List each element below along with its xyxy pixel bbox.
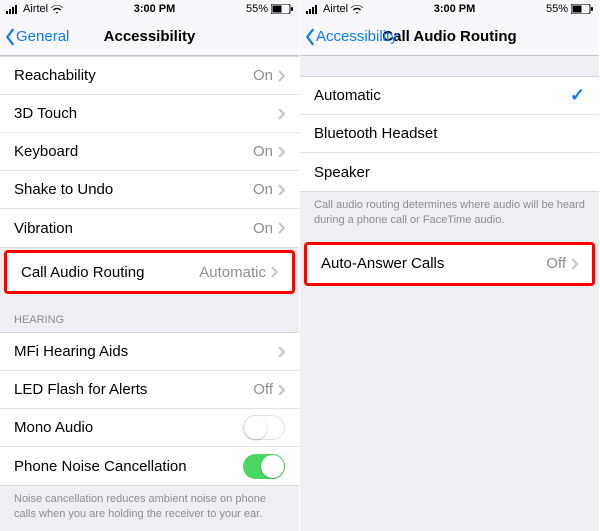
row-label: Shake to Undo [14, 181, 253, 198]
option-bluetooth[interactable]: Bluetooth Headset [300, 115, 599, 153]
signal-icon [6, 5, 20, 14]
back-button[interactable]: General [0, 28, 69, 46]
back-label: General [16, 28, 69, 45]
row-label: Call Audio Routing [21, 264, 199, 281]
checkmark-icon: ✓ [570, 85, 585, 106]
highlight-auto-answer: Auto-Answer Calls Off [304, 242, 595, 286]
row-label: MFi Hearing Aids [14, 343, 277, 360]
row-auto-answer[interactable]: Auto-Answer Calls Off [307, 245, 592, 283]
row-label: Automatic [314, 87, 570, 104]
row-label: Reachability [14, 67, 253, 84]
row-label: Mono Audio [14, 419, 243, 436]
row-value: On [253, 143, 273, 160]
battery-percent: 55% [246, 3, 268, 15]
wifi-icon [351, 5, 363, 14]
call-audio-routing-screen: Airtel 3:00 PM 55% Accessibility Call Au… [300, 0, 600, 531]
row-value: Off [253, 381, 273, 398]
nav-bar: General Accessibility [0, 18, 299, 56]
row-3d-touch[interactable]: 3D Touch [0, 95, 299, 133]
row-shake-to-undo[interactable]: Shake to Undo On [0, 171, 299, 209]
section-header-hearing: HEARING [0, 296, 299, 332]
chevron-right-icon [570, 258, 578, 270]
option-speaker[interactable]: Speaker [300, 153, 599, 191]
status-time: 3:00 PM [434, 3, 476, 15]
row-label: 3D Touch [14, 105, 277, 122]
row-label: LED Flash for Alerts [14, 381, 253, 398]
chevron-right-icon [277, 384, 285, 396]
wifi-icon [51, 5, 63, 14]
toggle-mono-audio[interactable] [243, 415, 285, 440]
row-mono-audio[interactable]: Mono Audio [0, 409, 299, 447]
back-label: Accessibility [316, 28, 398, 45]
row-keyboard[interactable]: Keyboard On [0, 133, 299, 171]
row-label: Bluetooth Headset [314, 125, 585, 142]
carrier-label: Airtel [23, 3, 48, 15]
noise-footer: Noise cancellation reduces ambient noise… [0, 486, 299, 531]
chevron-left-icon [4, 28, 16, 46]
nav-bar: Accessibility Call Audio Routing [300, 18, 599, 56]
row-label: Phone Noise Cancellation [14, 458, 243, 475]
row-value: Off [546, 255, 566, 272]
chevron-right-icon [270, 266, 278, 278]
accessibility-screen: Airtel 3:00 PM 55% General Accessibility… [0, 0, 300, 531]
row-noise-cancel[interactable]: Phone Noise Cancellation [0, 447, 299, 485]
row-mfi-hearing-aids[interactable]: MFi Hearing Aids [0, 333, 299, 371]
row-led-flash[interactable]: LED Flash for Alerts Off [0, 371, 299, 409]
status-bar: Airtel 3:00 PM 55% [300, 0, 599, 18]
chevron-right-icon [277, 222, 285, 234]
row-label: Vibration [14, 220, 253, 237]
status-time: 3:00 PM [134, 3, 176, 15]
battery-percent: 55% [546, 3, 568, 15]
row-call-audio-routing[interactable]: Call Audio Routing Automatic [7, 253, 292, 291]
row-value: On [253, 181, 273, 198]
row-value: Automatic [199, 264, 266, 281]
back-button[interactable]: Accessibility [300, 28, 398, 46]
row-label: Keyboard [14, 143, 253, 160]
toggle-noise-cancel[interactable] [243, 454, 285, 479]
chevron-right-icon [277, 108, 285, 120]
row-value: On [253, 67, 273, 84]
chevron-right-icon [277, 184, 285, 196]
row-label: Speaker [314, 164, 585, 181]
battery-icon [271, 4, 293, 14]
highlight-call-audio-routing: Call Audio Routing Automatic [4, 250, 295, 294]
signal-icon [306, 5, 320, 14]
chevron-right-icon [277, 146, 285, 158]
chevron-right-icon [277, 346, 285, 358]
option-automatic[interactable]: Automatic ✓ [300, 77, 599, 115]
chevron-left-icon [304, 28, 316, 46]
chevron-right-icon [277, 70, 285, 82]
status-bar: Airtel 3:00 PM 55% [0, 0, 299, 18]
battery-icon [571, 4, 593, 14]
row-value: On [253, 220, 273, 237]
row-reachability[interactable]: Reachability On [0, 57, 299, 95]
row-vibration[interactable]: Vibration On [0, 209, 299, 247]
row-label: Auto-Answer Calls [321, 255, 546, 272]
routing-footer: Call audio routing determines where audi… [300, 192, 599, 240]
carrier-label: Airtel [323, 3, 348, 15]
